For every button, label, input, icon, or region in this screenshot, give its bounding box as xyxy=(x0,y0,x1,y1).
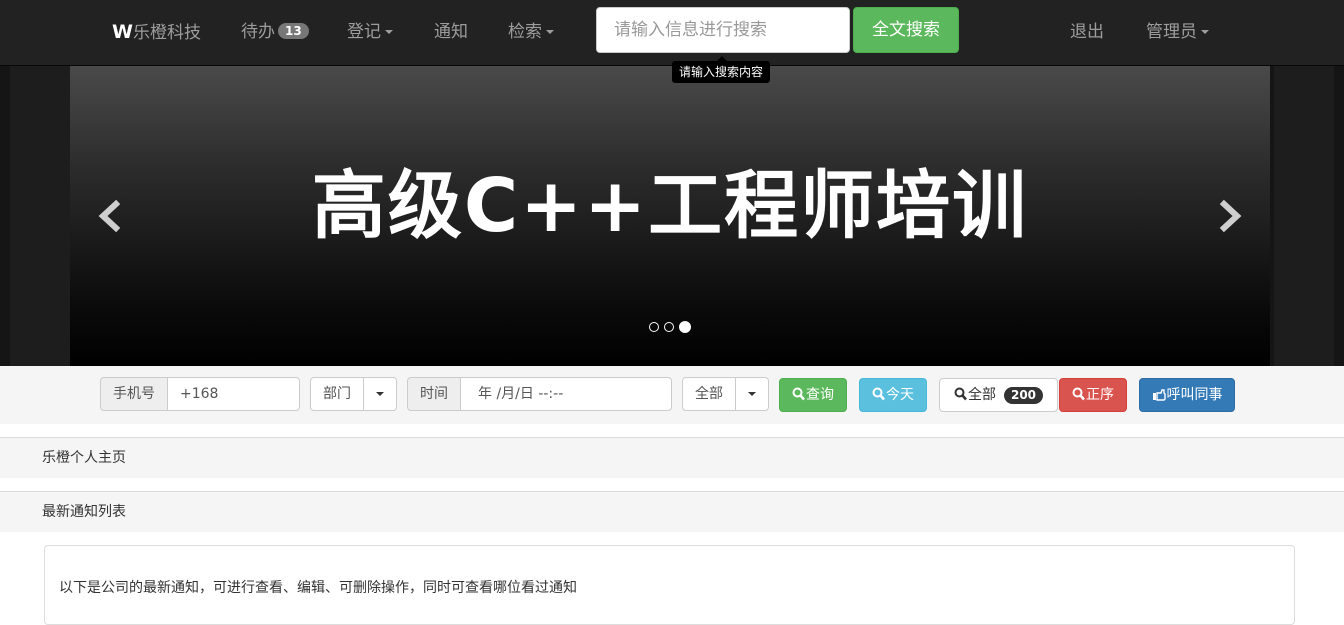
carousel-indicators xyxy=(649,319,696,333)
nav-register-dropdown[interactable]: 登记 xyxy=(347,0,393,66)
nav-admin-label: 管理员 xyxy=(1146,22,1197,42)
brand-name: 乐橙科技 xyxy=(132,23,201,43)
search-placeholder: 请输入信息进行搜索 xyxy=(614,20,767,40)
call-colleague-button[interactable]: 呼叫同事 xyxy=(1139,378,1235,412)
all-button[interactable]: 全部 200 xyxy=(939,378,1058,412)
scope-select[interactable]: 全部 xyxy=(682,377,736,411)
hand-point-icon xyxy=(1152,389,1166,401)
search-icon xyxy=(872,387,885,401)
all-count-badge: 200 xyxy=(1003,387,1044,404)
brand-logo-letter: W xyxy=(112,21,133,43)
all-button-label: 全部 xyxy=(967,387,996,403)
dept-dropdown-toggle[interactable] xyxy=(363,377,397,411)
nav-todo[interactable]: 待办 13 xyxy=(241,0,309,66)
nav-todo-label: 待办 xyxy=(241,22,275,42)
caret-down-icon xyxy=(385,30,393,34)
home-section-header: 乐橙个人主页 xyxy=(0,437,1344,478)
nav-notice[interactable]: 通知 xyxy=(434,0,468,66)
notice-panel: 以下是公司的最新通知，可进行查看、编辑、可删除操作，同时可查看哪位看过通知 xyxy=(44,545,1295,625)
caret-down-icon xyxy=(748,392,756,396)
carousel-indicator[interactable] xyxy=(664,322,674,332)
search-input[interactable]: 请输入信息进行搜索 xyxy=(596,7,850,53)
nav-search-dropdown[interactable]: 检索 xyxy=(508,0,554,66)
time-label: 时间 xyxy=(407,377,461,411)
carousel-left-gutter xyxy=(10,66,70,366)
dept-select[interactable]: 部门 xyxy=(310,377,364,411)
nav-logout-label: 退出 xyxy=(1070,22,1104,42)
filter-bar: 手机号 +168 部门 时间 年 /月/日 --:-- 全部 查询 今天 全部 2… xyxy=(0,366,1344,424)
nav-notice-label: 通知 xyxy=(434,22,468,42)
carousel-indicator-active[interactable] xyxy=(679,321,691,333)
notice-intro-text: 以下是公司的最新通知，可进行查看、编辑、可删除操作，同时可查看哪位看过通知 xyxy=(59,580,577,596)
carousel-next-control[interactable] xyxy=(1216,196,1246,236)
phone-label: 手机号 xyxy=(100,377,168,411)
query-button-label: 查询 xyxy=(806,387,834,403)
carousel-prev-control[interactable] xyxy=(94,196,124,236)
slide-title: 高级C++工程师培训 xyxy=(311,163,1029,249)
nav-logout[interactable]: 退出 xyxy=(1070,0,1104,66)
today-button-label: 今天 xyxy=(886,387,914,403)
caret-down-icon xyxy=(376,392,384,396)
search-icon xyxy=(1072,387,1085,401)
nav-register-label: 登记 xyxy=(347,22,381,42)
fulltext-search-button[interactable]: 全文搜索 xyxy=(853,7,959,53)
search-icon xyxy=(792,387,805,401)
datetime-input[interactable]: 年 /月/日 --:-- xyxy=(460,377,672,411)
home-section-title: 乐橙个人主页 xyxy=(42,450,126,466)
query-button[interactable]: 查询 xyxy=(779,378,847,412)
caret-down-icon xyxy=(1201,30,1209,34)
caret-down-icon xyxy=(546,30,554,34)
notice-list-header: 最新通知列表 xyxy=(0,491,1344,532)
sort-ascending-button[interactable]: 正序 xyxy=(1059,378,1127,412)
carousel: 高级C++工程师培训 xyxy=(70,66,1270,366)
notice-list-title: 最新通知列表 xyxy=(42,504,126,520)
carousel-right-gutter xyxy=(1274,66,1334,366)
chevron-left-icon xyxy=(98,199,121,233)
phone-input[interactable]: +168 xyxy=(167,377,300,411)
search-tooltip: 请输入搜索内容 xyxy=(672,56,771,83)
brand-link[interactable]: W乐橙科技 xyxy=(112,0,201,66)
carousel-indicator[interactable] xyxy=(649,322,659,332)
sort-button-label: 正序 xyxy=(1086,387,1114,403)
nav-admin-dropdown[interactable]: 管理员 xyxy=(1146,0,1209,66)
scope-dropdown-toggle[interactable] xyxy=(735,377,769,411)
call-button-label: 呼叫同事 xyxy=(1166,387,1223,403)
todo-count-badge: 13 xyxy=(278,23,309,39)
chevron-right-icon xyxy=(1219,199,1242,233)
search-icon xyxy=(954,387,967,401)
top-navbar: W乐橙科技 待办 13 登记 通知 检索 请输入信息进行搜索 全文搜索 退出 管理… xyxy=(0,0,1344,66)
today-button[interactable]: 今天 xyxy=(859,378,927,412)
nav-search-label: 检索 xyxy=(508,22,542,42)
